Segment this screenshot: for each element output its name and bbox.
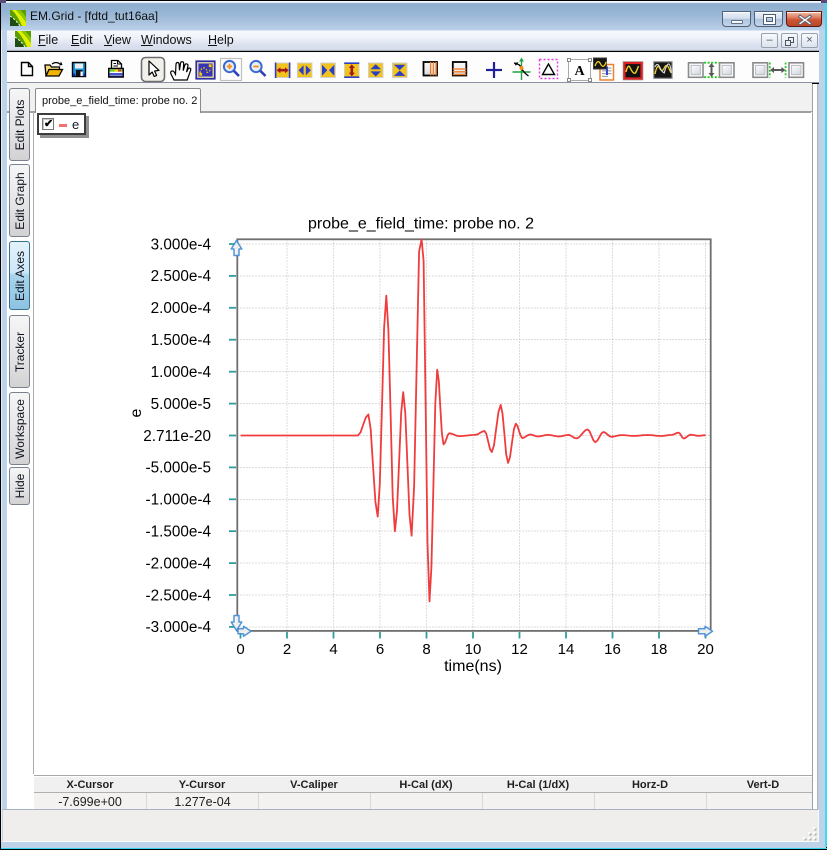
svg-text:14: 14 bbox=[558, 641, 575, 658]
svg-text:1.000e-4: 1.000e-4 bbox=[151, 364, 212, 381]
svg-text:4: 4 bbox=[329, 641, 337, 658]
svg-text:10: 10 bbox=[465, 641, 482, 658]
svg-text:5.000e-5: 5.000e-5 bbox=[151, 396, 211, 413]
svg-text:-1.500e-4: -1.500e-4 bbox=[146, 524, 212, 541]
svg-text:2.000e-4: 2.000e-4 bbox=[151, 300, 212, 317]
svg-text:2: 2 bbox=[283, 641, 291, 658]
svg-text:16: 16 bbox=[604, 641, 621, 658]
svg-text:12: 12 bbox=[511, 641, 528, 658]
svg-text:2.500e-4: 2.500e-4 bbox=[151, 268, 212, 285]
svg-text:18: 18 bbox=[651, 641, 668, 658]
svg-text:-1.000e-4: -1.000e-4 bbox=[146, 492, 212, 509]
svg-text:time(ns): time(ns) bbox=[444, 658, 502, 675]
svg-text:3.000e-4: 3.000e-4 bbox=[151, 236, 212, 253]
svg-text:20: 20 bbox=[697, 641, 714, 658]
svg-text:-3.000e-4: -3.000e-4 bbox=[146, 619, 212, 636]
svg-text:0: 0 bbox=[236, 641, 244, 658]
svg-text:1.500e-4: 1.500e-4 bbox=[151, 332, 212, 349]
svg-text:-2.500e-4: -2.500e-4 bbox=[146, 587, 212, 604]
svg-text:6: 6 bbox=[376, 641, 384, 658]
svg-text:-2.000e-4: -2.000e-4 bbox=[146, 555, 212, 572]
svg-text:2.711e-20: 2.711e-20 bbox=[143, 428, 211, 445]
svg-text:8: 8 bbox=[422, 641, 430, 658]
svg-text:e: e bbox=[128, 408, 145, 417]
svg-text:-5.000e-5: -5.000e-5 bbox=[146, 460, 211, 477]
svg-text:probe_e_field_time: probe no.: probe_e_field_time: probe no. 2 bbox=[308, 216, 534, 233]
